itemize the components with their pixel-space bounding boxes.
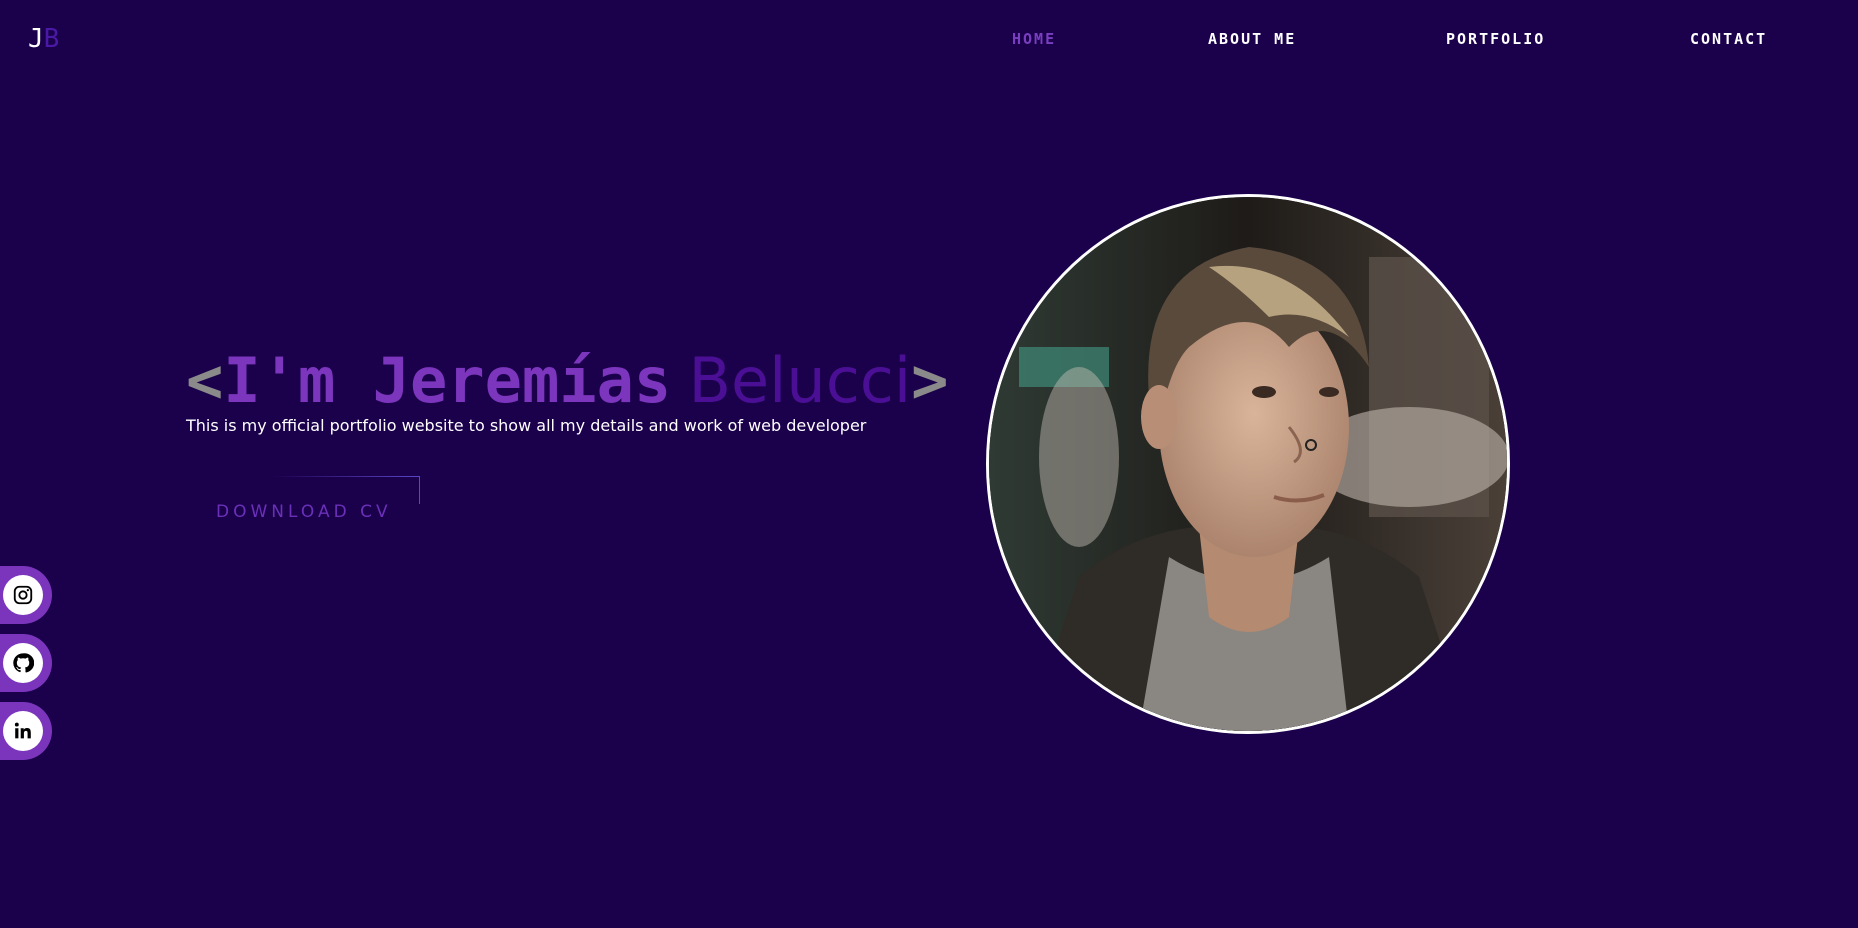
download-cv-button[interactable]: DOWNLOAD CV	[186, 476, 420, 532]
instagram-link[interactable]	[0, 566, 52, 624]
linkedin-link[interactable]	[0, 702, 52, 760]
social-icon-circle	[3, 575, 43, 615]
button-border-top	[270, 476, 420, 477]
heading-open-bracket: <	[186, 344, 224, 417]
nav-item-home[interactable]: HOME	[1012, 30, 1056, 48]
portrait-illustration	[989, 197, 1507, 731]
github-link[interactable]	[0, 634, 52, 692]
social-icon-circle	[3, 643, 43, 683]
nav-item-portfolio[interactable]: PORTFOLIO	[1446, 30, 1545, 48]
heading-surname: Belucci	[688, 344, 912, 417]
github-icon	[13, 653, 34, 673]
social-icon-circle	[3, 711, 43, 751]
heading-name: I'm Jeremías	[223, 344, 672, 417]
profile-photo	[986, 194, 1510, 734]
hero-subtitle: This is my official portfolio website to…	[186, 416, 867, 435]
nav-item-contact[interactable]: CONTACT	[1690, 30, 1767, 48]
hero-heading: <I'm Jeremías Belucci>	[186, 344, 948, 419]
nav-item-about-me[interactable]: ABOUT ME	[1208, 30, 1296, 48]
button-border-right	[419, 476, 420, 504]
download-cv-label: DOWNLOAD CV	[216, 502, 392, 522]
main-nav: HOME ABOUT ME PORTFOLIO CONTACT	[0, 30, 1858, 54]
instagram-icon	[13, 585, 33, 605]
heading-close-bracket: >	[911, 344, 949, 417]
linkedin-icon	[14, 722, 31, 739]
